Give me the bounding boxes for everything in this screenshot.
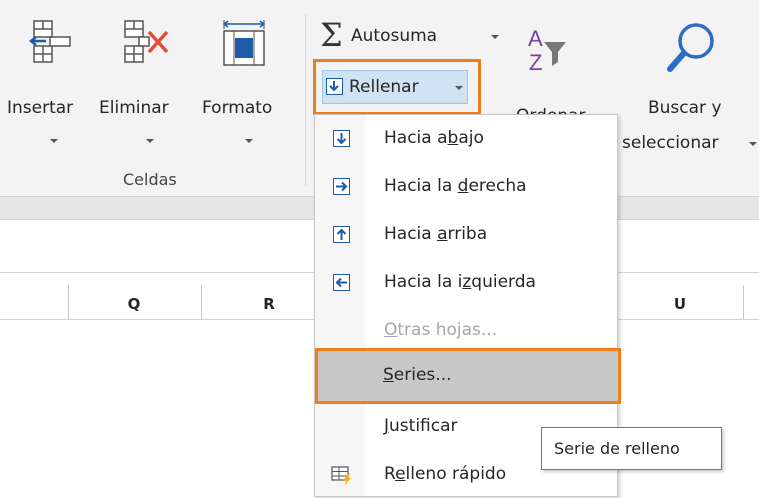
autosum-button[interactable]: Σ Autosuma [320, 16, 510, 54]
fill-up-icon [333, 226, 350, 243]
column-header-u[interactable]: U [670, 295, 690, 313]
flash-fill-icon [331, 466, 351, 486]
column-header-q[interactable]: Q [124, 295, 144, 313]
chevron-down-icon [749, 142, 757, 146]
magnifier-icon [667, 23, 714, 72]
menu-item-label: Series... [383, 365, 452, 385]
cells-group-label: Celdas [123, 170, 177, 189]
tooltip: Serie de relleno [541, 427, 722, 470]
format-cells-icon [222, 20, 266, 66]
menu-item-label: Hacia abajo [384, 128, 484, 148]
sigma-icon: Σ [320, 16, 343, 54]
chevron-down-icon [50, 139, 58, 143]
find-select-button[interactable]: Buscar y seleccionar [616, 20, 759, 160]
svg-text:Z: Z [529, 50, 542, 75]
insert-cells-icon [28, 20, 71, 63]
column-divider [68, 285, 69, 319]
fill-button[interactable]: Rellenar [322, 70, 468, 104]
fill-label: Rellenar [349, 77, 419, 97]
autosum-label: Autosuma [351, 26, 438, 46]
find-label-line1: Buscar y [648, 98, 722, 118]
menu-item-fill-up[interactable]: Hacia arriba [315, 214, 617, 258]
insert-button[interactable]: Insertar [7, 20, 100, 155]
sort-filter-button[interactable]: A Z Ordenar [516, 24, 606, 126]
group-separator [305, 14, 306, 186]
tooltip-text: Serie de relleno [554, 439, 680, 458]
find-label-line2: seleccionar [622, 133, 719, 153]
menu-item-label: Relleno rápido [384, 464, 507, 484]
menu-item-fill-right[interactable]: Hacia la derecha [315, 166, 617, 210]
column-divider [201, 285, 202, 319]
delete-cells-icon [124, 20, 169, 63]
fill-button-highlight[interactable]: Rellenar [313, 59, 481, 115]
chevron-down-icon [245, 139, 253, 143]
column-header-r[interactable]: R [259, 295, 279, 313]
fill-right-icon [333, 178, 350, 195]
menu-item-label: Hacia la derecha [384, 176, 527, 196]
fill-left-icon [333, 274, 350, 291]
column-divider [743, 285, 744, 319]
chevron-down-icon [455, 86, 463, 90]
delete-label: Eliminar [99, 98, 169, 118]
svg-text:A: A [528, 26, 543, 51]
sort-filter-icon: A Z [528, 26, 566, 75]
menu-item-label: Justificar [384, 416, 458, 436]
menu-item-label: Hacia la izquierda [384, 272, 536, 292]
menu-item-fill-down[interactable]: Hacia abajo [315, 118, 617, 162]
menu-item-series[interactable]: Series... [315, 348, 621, 404]
fill-down-icon [326, 78, 343, 95]
format-button[interactable]: Formato [202, 20, 297, 155]
insert-label: Insertar [7, 98, 74, 118]
chevron-down-icon [491, 35, 499, 39]
fill-down-icon [333, 130, 350, 147]
delete-button[interactable]: Eliminar [99, 20, 199, 155]
menu-item-label: Hacia arriba [384, 224, 488, 244]
format-label: Formato [202, 98, 273, 118]
menu-item-fill-left[interactable]: Hacia la izquierda [315, 262, 617, 306]
chevron-down-icon [146, 139, 154, 143]
menu-item-label: Otras hojas... [384, 320, 498, 340]
